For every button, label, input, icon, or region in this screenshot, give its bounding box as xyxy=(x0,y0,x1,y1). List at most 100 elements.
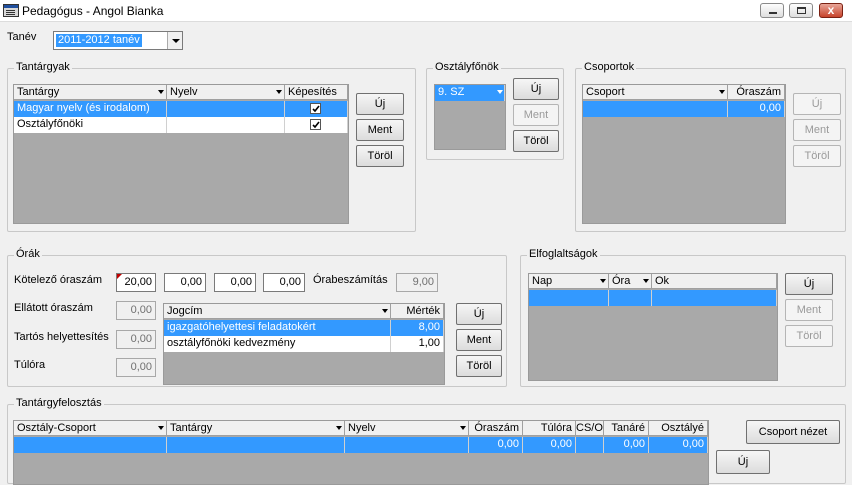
tantargyak-new-button[interactable]: Új xyxy=(356,93,404,115)
col-osztalye[interactable]: Osztályé xyxy=(649,421,708,436)
cell-oraszam[interactable]: 0,00 xyxy=(728,101,785,117)
kotelezo-input-4[interactable]: 0,00 xyxy=(263,273,305,292)
tantargyak-save-button[interactable]: Ment xyxy=(356,119,404,141)
cell-osztalye[interactable]: 0,00 xyxy=(649,437,708,453)
col-nap[interactable]: Nap xyxy=(529,274,609,289)
csoport-nezet-button[interactable]: Csoport nézet xyxy=(746,420,840,444)
col-oraszam[interactable]: Óraszám xyxy=(469,421,523,436)
cell-tulora[interactable]: 0,00 xyxy=(523,437,576,453)
dropdown-arrow-icon xyxy=(276,90,282,94)
kotelezo-input-1[interactable]: 20,00 xyxy=(116,273,156,292)
cell-jogcim[interactable]: igazgatóhelyettesi feladatokért xyxy=(164,320,391,336)
csoportok-grid[interactable]: Csoport Óraszám 0,00 xyxy=(582,84,786,224)
cell-ok[interactable] xyxy=(652,290,777,306)
csoportok-group: Csoportok Csoport Óraszám 0,00 Új Ment T… xyxy=(575,61,846,232)
col-nyelv[interactable]: Nyelv xyxy=(345,421,469,436)
kepesites-checkbox[interactable] xyxy=(310,119,321,130)
maximize-icon xyxy=(797,7,806,14)
cell-csoport[interactable] xyxy=(583,101,728,117)
elfoglaltsagok-title: Elfoglaltságok xyxy=(527,248,600,260)
close-button[interactable]: x xyxy=(819,3,843,18)
dropdown-arrow-icon xyxy=(643,279,649,283)
cell-tanare[interactable]: 0,00 xyxy=(604,437,649,453)
osztalyfonok-value[interactable]: 9. SZ xyxy=(435,85,505,101)
col-oraszam[interactable]: Óraszám xyxy=(728,85,785,100)
cell-nap[interactable] xyxy=(529,290,609,306)
orak-delete-button[interactable]: Töröl xyxy=(456,355,502,377)
table-row[interactable]: Osztályfőnöki xyxy=(14,117,348,133)
col-ok[interactable]: Ok xyxy=(652,274,777,289)
tulora-label: Túlóra xyxy=(14,359,46,371)
cell-osztaly-csoport[interactable] xyxy=(14,437,167,453)
close-icon: x xyxy=(827,3,835,17)
osztalyfonok-new-button[interactable]: Új xyxy=(513,78,559,100)
col-jogcim[interactable]: Jogcím xyxy=(164,304,391,319)
cell-jogcim[interactable]: osztályfőnöki kedvezmény xyxy=(164,336,391,352)
cell-ora[interactable] xyxy=(609,290,652,306)
csoportok-new-button[interactable]: Új xyxy=(793,93,841,115)
jogcim-grid[interactable]: Jogcím Mérték igazgatóhelyettesi feladat… xyxy=(163,303,445,385)
cell-nyelv xyxy=(167,117,285,133)
csoportok-save-button[interactable]: Ment xyxy=(793,119,841,141)
minimize-button[interactable] xyxy=(760,3,784,18)
cell-nyelv[interactable] xyxy=(345,437,469,453)
cell-mertek[interactable]: 1,00 xyxy=(391,336,444,352)
elfoglaltsagok-delete-button[interactable]: Töröl xyxy=(785,325,833,347)
cell-nyelv xyxy=(167,101,285,117)
cell-oraszam[interactable]: 0,00 xyxy=(469,437,523,453)
cell-mertek[interactable]: 8,00 xyxy=(391,320,444,336)
tantargyfelosztas-grid[interactable]: Osztály-Csoport Tantárgy Nyelv Óraszám T… xyxy=(13,420,709,485)
col-tulora[interactable]: Túlóra xyxy=(523,421,576,436)
cell-cso[interactable] xyxy=(576,437,604,453)
tartos-label: Tartós helyettesítés xyxy=(14,331,109,343)
elfoglaltsagok-new-button[interactable]: Új xyxy=(785,273,833,295)
tantargyak-grid[interactable]: Tantárgy Nyelv Képesítés Magyar nyelv (é… xyxy=(13,84,349,224)
orak-new-button[interactable]: Új xyxy=(456,303,502,325)
kotelezo-label: Kötelező óraszám xyxy=(14,274,103,286)
col-ora[interactable]: Óra xyxy=(609,274,652,289)
col-osztaly-csoport[interactable]: Osztály-Csoport xyxy=(14,421,167,436)
check-icon xyxy=(312,105,320,113)
orak-group: Órák Kötelező óraszám 20,00 0,00 0,00 0,… xyxy=(7,248,507,387)
csoportok-delete-button[interactable]: Töröl xyxy=(793,145,841,167)
col-tantargy[interactable]: Tantárgy xyxy=(14,85,167,100)
tanev-select[interactable]: 2011-2012 tanév xyxy=(53,31,183,50)
chevron-down-icon[interactable] xyxy=(167,32,182,49)
window-title: Pedagógus - Angol Bianka xyxy=(22,4,164,18)
osztalyfonok-group: Osztályfőnök 9. SZ Új Ment Töröl xyxy=(426,61,564,160)
col-mertek[interactable]: Mérték xyxy=(391,304,444,319)
elfoglaltsagok-save-button[interactable]: Ment xyxy=(785,299,833,321)
tantargyak-delete-button[interactable]: Töröl xyxy=(356,145,404,167)
elfoglaltsagok-grid[interactable]: Nap Óra Ok xyxy=(528,273,778,381)
col-tanare[interactable]: Tanáré xyxy=(604,421,649,436)
elfoglaltsagok-group: Elfoglaltságok Nap Óra Ok Új Ment Töröl xyxy=(520,248,846,387)
check-icon xyxy=(312,121,320,129)
tantargyfelosztas-group: Tantárgyfelosztás Osztály-Csoport Tantár… xyxy=(7,397,846,485)
dropdown-arrow-icon xyxy=(600,279,606,283)
col-csoport[interactable]: Csoport xyxy=(583,85,728,100)
osztalyfonok-delete-button[interactable]: Töröl xyxy=(513,130,559,152)
tantargyfelosztas-new-button[interactable]: Új xyxy=(716,450,770,474)
kotelezo-input-2[interactable]: 0,00 xyxy=(164,273,206,292)
tanev-value: 2011-2012 tanév xyxy=(56,34,142,47)
ellatott-field: 0,00 xyxy=(116,301,156,320)
col-nyelv[interactable]: Nyelv xyxy=(167,85,285,100)
orak-save-button[interactable]: Ment xyxy=(456,329,502,351)
table-row[interactable]: Magyar nyelv (és irodalom) xyxy=(14,101,348,117)
ellatott-label: Ellátott óraszám xyxy=(14,302,93,314)
tantargyak-group: Tantárgyak Tantárgy Nyelv Képesítés Magy… xyxy=(7,61,416,232)
col-kepesites[interactable]: Képesítés xyxy=(285,85,348,100)
kotelezo-input-3[interactable]: 0,00 xyxy=(214,273,256,292)
orak-title: Órák xyxy=(14,248,42,260)
kepesites-checkbox[interactable] xyxy=(310,103,321,114)
col-tantargy[interactable]: Tantárgy xyxy=(167,421,345,436)
osztalyfonok-grid[interactable]: 9. SZ xyxy=(434,84,506,150)
dropdown-arrow-icon xyxy=(382,309,388,313)
dropdown-arrow-icon xyxy=(158,426,164,430)
title-bar: Pedagógus - Angol Bianka x xyxy=(0,0,852,22)
maximize-button[interactable] xyxy=(789,3,813,18)
col-cso[interactable]: CS/O xyxy=(576,421,604,436)
required-marker xyxy=(117,274,122,279)
osztalyfonok-save-button[interactable]: Ment xyxy=(513,104,559,126)
cell-tantargy[interactable] xyxy=(167,437,345,453)
